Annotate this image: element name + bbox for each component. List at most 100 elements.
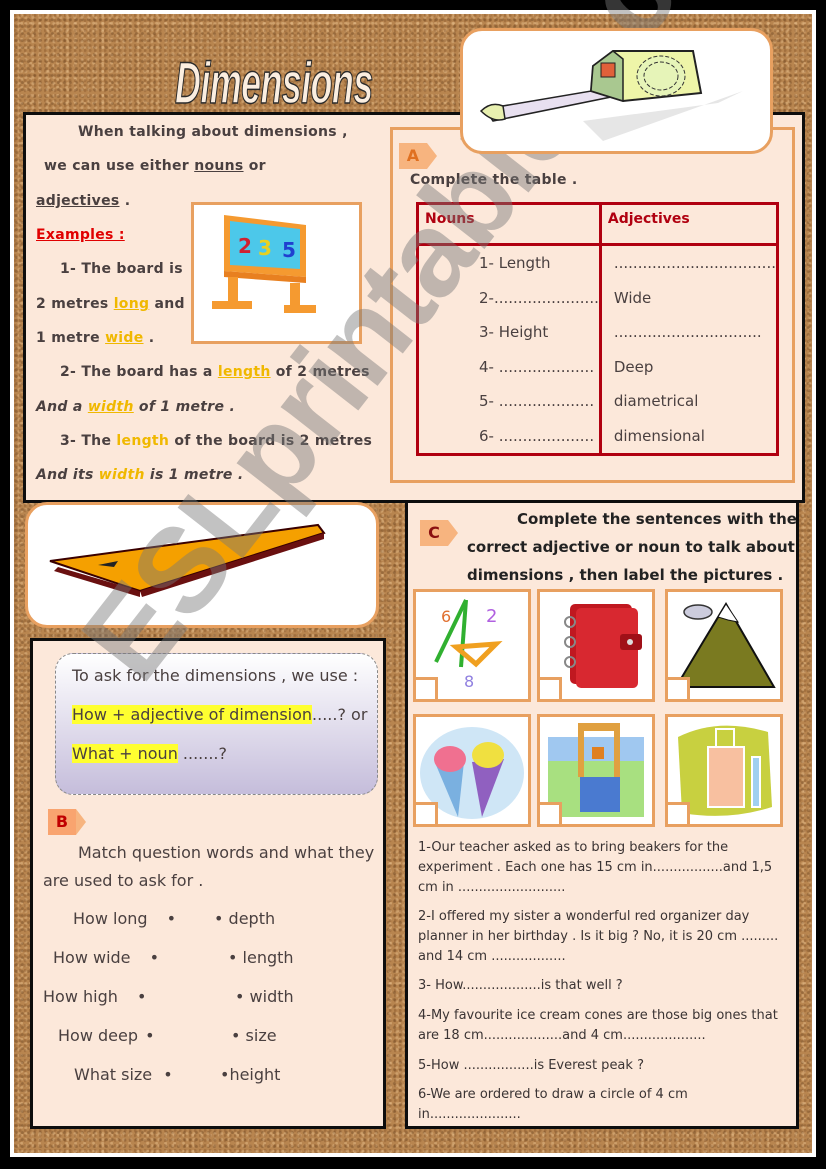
text: And a <box>36 399 88 415</box>
svg-text:8: 8 <box>464 672 474 691</box>
section-a-tag: A <box>399 143 437 169</box>
text: 3- The <box>60 433 117 449</box>
intro-line-2: we can use either nouns or <box>44 158 266 174</box>
match-left-4[interactable]: How deep • <box>58 1026 155 1045</box>
dot: • <box>235 987 250 1006</box>
noun-5[interactable]: 5- .................... <box>449 384 599 419</box>
section-a-instruction: Complete the table . <box>410 172 578 188</box>
blackboard-icon: 2 3 5 <box>212 215 316 313</box>
match-right-3[interactable]: • width <box>235 987 294 1006</box>
sentence-5[interactable]: 5-How .................is Everest peak ? <box>418 1056 788 1076</box>
highlight: What + noun <box>72 744 178 763</box>
match-left-3[interactable]: How high • <box>43 987 146 1006</box>
adjective-2[interactable]: Wide <box>608 281 776 316</box>
svg-text:3: 3 <box>258 236 272 260</box>
label-box[interactable] <box>668 677 690 699</box>
keyword: length <box>217 364 271 380</box>
adjectives-column: .................................. Wide … <box>598 243 779 456</box>
highlight: How + adjective of dimension <box>72 705 313 724</box>
sentence-2[interactable]: 2-I offered my sister a wonderful red or… <box>418 907 788 967</box>
noun-2[interactable]: 2-...................... <box>449 281 599 316</box>
adjective-4[interactable]: Deep <box>608 350 776 385</box>
nouns-column: 1- Length 2-...................... 3- He… <box>416 243 602 456</box>
examples-label: Examples : <box>36 227 125 243</box>
picture-mountain <box>665 589 783 702</box>
keyword: wide <box>105 330 144 346</box>
dot: • <box>228 948 243 967</box>
svg-text:2: 2 <box>486 606 497 627</box>
section-c-tag: C <box>420 520 458 546</box>
text: and <box>149 296 185 312</box>
text: depth <box>228 909 276 928</box>
text: What size <box>74 1065 153 1084</box>
match-left-1[interactable]: How long • <box>73 909 176 928</box>
match-left-5[interactable]: What size • <box>74 1065 173 1084</box>
text: How long <box>73 909 148 928</box>
example-1-line-c: 1 metre wide . <box>36 330 154 346</box>
noun-3[interactable]: 3- Height <box>449 315 599 350</box>
sentence-4[interactable]: 4-My favourite ice cream cones are those… <box>418 1006 788 1046</box>
sentence-3[interactable]: 3- How...................is that well ? <box>418 976 788 996</box>
text: 1 metre <box>36 330 106 346</box>
text: of 1 metre . <box>133 399 236 415</box>
adjective-1[interactable]: .................................. <box>608 246 776 281</box>
match-right-1[interactable]: • depth <box>214 909 275 928</box>
keyword-adjectives: adjectives <box>36 193 120 209</box>
label-box[interactable] <box>416 802 438 824</box>
intro-line-3: adjectives . <box>36 193 130 209</box>
sentence-6[interactable]: 6-We are ordered to draw a circle of 4 c… <box>418 1085 788 1125</box>
match-left-2[interactable]: How wide • <box>53 948 159 967</box>
bubble-line-2: How + adjective of dimension.....? or <box>72 705 367 724</box>
match-right-5[interactable]: •height <box>220 1065 280 1084</box>
text: is 1 metre . <box>144 467 244 483</box>
text: height <box>229 1065 281 1084</box>
text: 2- The board has a <box>60 364 218 380</box>
dot: • <box>163 1065 173 1084</box>
label-box[interactable] <box>540 802 562 824</box>
label-box[interactable] <box>416 677 438 699</box>
dot: • <box>214 909 229 928</box>
section-c-instruction-1: Complete the sentences with the <box>517 510 797 528</box>
tape-measure-card <box>460 28 773 154</box>
table-body-row: 1- Length 2-...................... 3- He… <box>416 243 779 456</box>
label-box[interactable] <box>668 802 690 824</box>
section-b-tag: B <box>48 809 86 835</box>
dot: • <box>136 987 147 1006</box>
match-right-4[interactable]: • size <box>231 1026 277 1045</box>
picture-wishing-well <box>537 714 655 827</box>
noun-1[interactable]: 1- Length <box>449 246 599 281</box>
text: or <box>243 158 266 174</box>
match-right-2[interactable]: • length <box>228 948 294 967</box>
svg-text:6: 6 <box>441 607 451 626</box>
sentence-1[interactable]: 1-Our teacher asked as to bring beakers … <box>418 838 788 898</box>
section-b-instruction-1: Match question words and what they <box>78 843 375 862</box>
bubble-line-3: What + noun .......? <box>72 744 227 763</box>
label-box[interactable] <box>540 677 562 699</box>
section-c-instruction-2: correct adjective or noun to talk about <box>467 538 795 556</box>
text: . <box>119 193 131 209</box>
adjective-3[interactable]: ............................... <box>608 315 776 350</box>
example-2-line-a: 2- The board has a length of 2 metres <box>60 364 370 380</box>
noun-4[interactable]: 4- .................... <box>449 350 599 385</box>
tape-measure-icon <box>479 50 743 141</box>
text: How high <box>43 987 118 1006</box>
dot: • <box>145 1026 155 1045</box>
noun-6[interactable]: 6- .................... <box>449 419 599 454</box>
adjective-6[interactable]: dimensional <box>608 419 776 454</box>
intro-line-1: When talking about dimensions , <box>78 124 348 140</box>
text: . <box>143 330 155 346</box>
svg-text:2: 2 <box>238 234 252 258</box>
adjective-5[interactable]: diametrical <box>608 384 776 419</box>
text: How deep <box>58 1026 138 1045</box>
board-picture: 2 3 5 <box>191 202 362 344</box>
picture-geometry-tools: 2 6 8 <box>413 589 531 702</box>
text: of 2 metres <box>270 364 370 380</box>
keyword-nouns: nouns <box>194 158 244 174</box>
section-b-instruction-2: are used to ask for . <box>43 871 204 890</box>
text: .......? <box>177 744 228 763</box>
example-2-line-b: And a width of 1 metre . <box>36 399 235 415</box>
nouns-adjectives-table: Nouns Adjectives 1- Length 2-...........… <box>416 202 779 456</box>
text: width <box>249 987 294 1006</box>
keyword: length <box>116 433 170 449</box>
example-1-line-a: 1- The board is <box>60 261 183 277</box>
